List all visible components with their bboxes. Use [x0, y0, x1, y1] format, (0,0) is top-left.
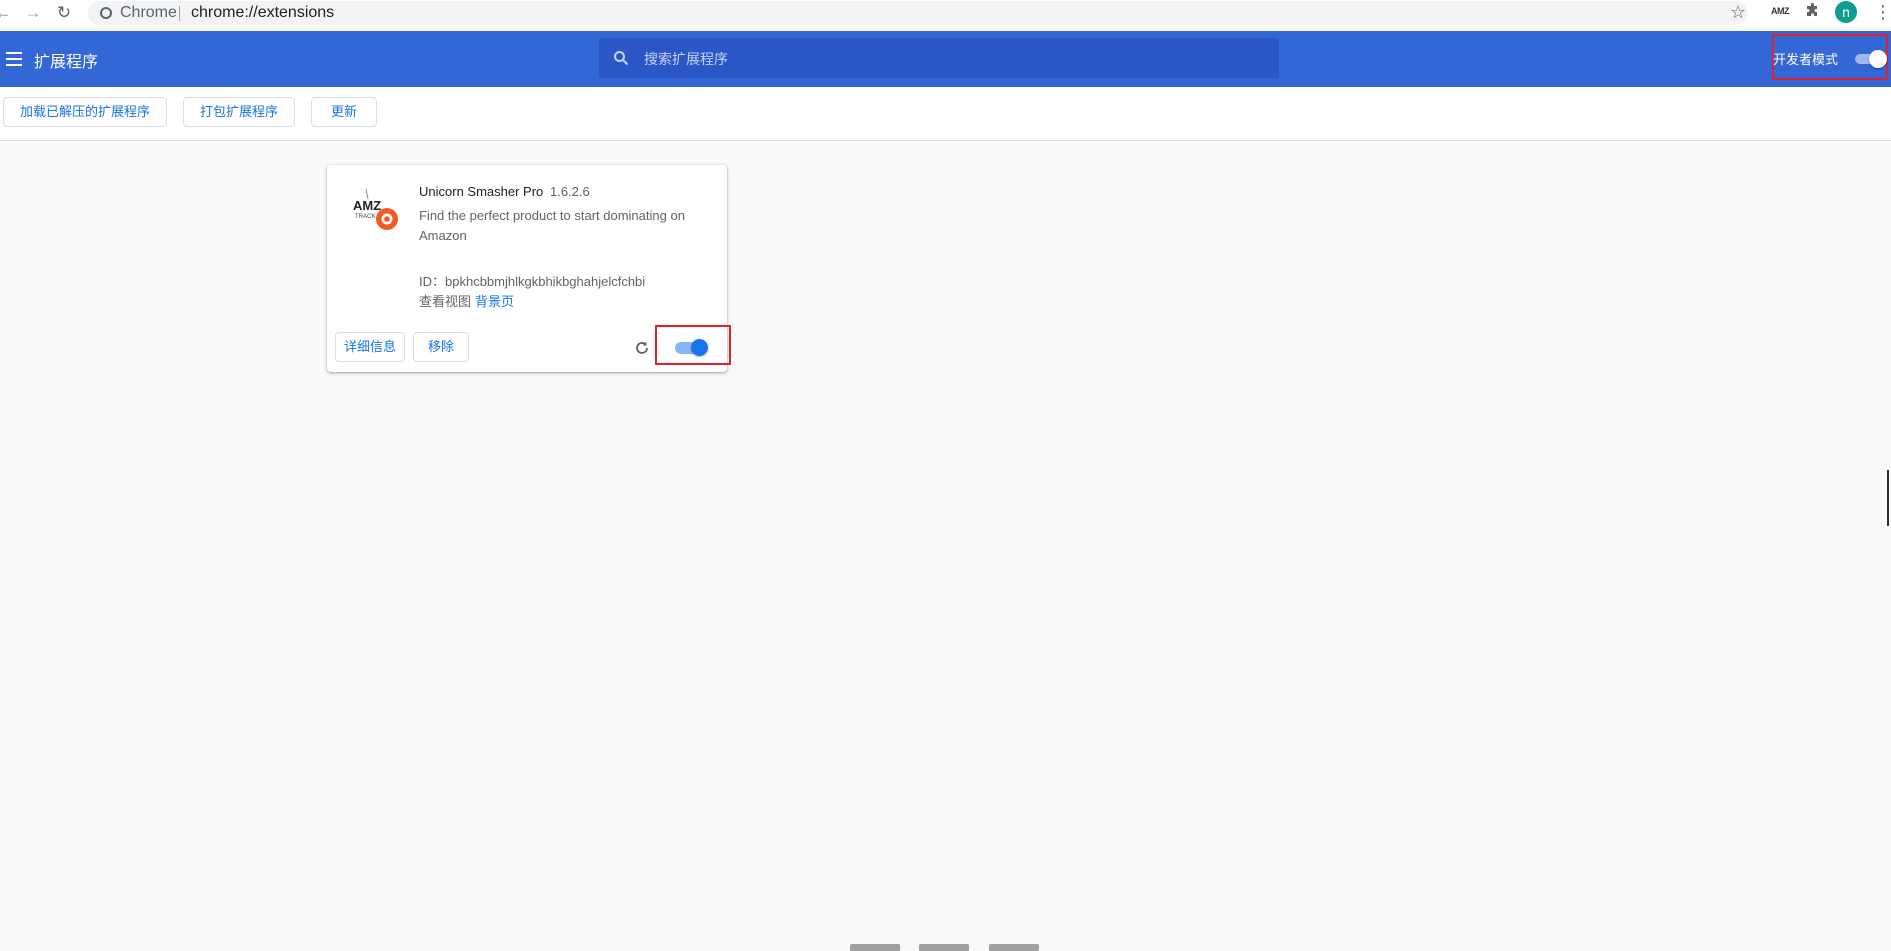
search-icon — [614, 51, 629, 66]
extension-card: AMZ TRACK Unicorn Smasher Pro 1.6.2.6 Fi… — [327, 165, 731, 372]
profile-avatar[interactable]: n — [1835, 1, 1857, 23]
extension-toggle-knob — [691, 339, 708, 356]
taskbar-item[interactable] — [919, 944, 969, 951]
remove-button[interactable]: 移除 — [413, 332, 469, 362]
extension-version: 1.6.2.6 — [550, 184, 590, 199]
background-page-link[interactable]: 背景页 — [475, 294, 514, 309]
extension-enable-toggle[interactable] — [675, 337, 709, 357]
dev-mode-toggle[interactable] — [1855, 50, 1887, 68]
developer-toolbar: 加载已解压的扩展程序 打包扩展程序 更新 — [0, 87, 1891, 141]
back-arrow-icon[interactable]: ← — [0, 2, 14, 24]
bookmark-star-icon[interactable]: ☆ — [1730, 2, 1746, 23]
reload-page-icon[interactable]: ↻ — [53, 2, 75, 24]
hamburger-menu-icon[interactable] — [6, 52, 22, 66]
omnibox-separator — [179, 6, 180, 21]
extension-description: Find the perfect product to start domina… — [419, 208, 685, 243]
scrollbar[interactable] — [1887, 470, 1891, 526]
update-button[interactable]: 更新 — [311, 97, 377, 127]
reload-extension-icon[interactable] — [634, 340, 650, 356]
dev-mode-label: 开发者模式 — [1773, 52, 1839, 67]
page-title: 扩展程序 — [34, 54, 99, 71]
pack-extension-button[interactable]: 打包扩展程序 — [183, 97, 295, 127]
inspect-views: 查看视图 背景页 — [419, 291, 514, 310]
extension-name: Unicorn Smasher Pro — [419, 184, 544, 199]
extensions-header: 扩展程序 开发者模式 — [0, 31, 1891, 87]
card-divider — [327, 322, 727, 323]
load-unpacked-button[interactable]: 加载已解压的扩展程序 — [3, 97, 167, 127]
amz-extension-icon[interactable]: AMZ — [1771, 6, 1790, 16]
dev-mode-toggle-knob — [1869, 50, 1887, 68]
inspect-views-label: 查看视图 — [419, 294, 472, 309]
more-menu-icon[interactable]: ⋮ — [1874, 1, 1891, 23]
forward-arrow-icon[interactable]: → — [22, 2, 44, 24]
search-input[interactable] — [642, 46, 1246, 72]
taskbar-item[interactable] — [850, 944, 900, 951]
url-text[interactable]: chrome://extensions — [191, 4, 334, 22]
logo-text-bottom: TRACK — [355, 214, 375, 220]
puzzle-extensions-icon[interactable] — [1805, 3, 1821, 19]
browser-toolbar: ← → ↻ Chrome chrome://extensions ☆ AMZ n… — [0, 0, 1891, 26]
search-box[interactable] — [599, 38, 1279, 78]
extension-id: ID：bpkhcbbmjhlkgkbhikbghahjelcfchbi — [419, 274, 646, 289]
site-name: Chrome — [120, 4, 177, 21]
address-bar[interactable]: Chrome chrome://extensions — [88, 1, 1748, 25]
taskbar-item[interactable] — [989, 944, 1039, 951]
chrome-site-icon — [100, 7, 112, 19]
logo-text-top: AMZ — [353, 198, 381, 213]
details-button[interactable]: 详细信息 — [335, 332, 405, 362]
amz-track-logo-icon: AMZ TRACK — [353, 188, 398, 230]
